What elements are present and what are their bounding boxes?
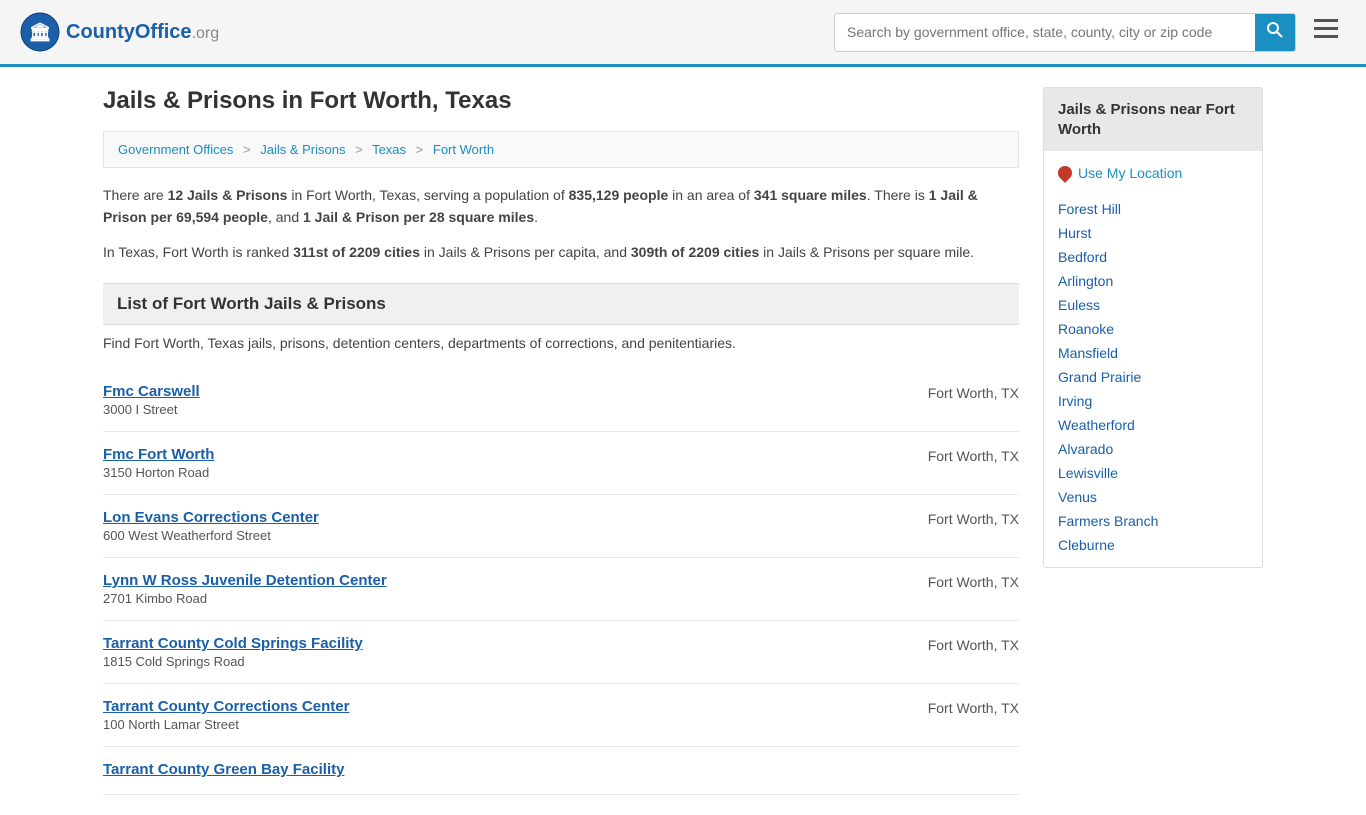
- sidebar-item-farmers-branch[interactable]: Farmers Branch: [1058, 509, 1248, 533]
- sidebar-item-irving[interactable]: Irving: [1058, 389, 1248, 413]
- prison-name-corrections-center[interactable]: Tarrant County Corrections Center: [103, 698, 349, 715]
- search-button[interactable]: [1255, 14, 1295, 51]
- sidebar-item-venus[interactable]: Venus: [1058, 485, 1248, 509]
- use-location-row: Use My Location: [1058, 161, 1248, 185]
- prison-name-lynn-ross[interactable]: Lynn W Ross Juvenile Detention Center: [103, 572, 387, 589]
- prison-name-fmc-fort-worth[interactable]: Fmc Fort Worth: [103, 446, 214, 463]
- main-container: Jails & Prisons in Fort Worth, Texas Gov…: [83, 67, 1283, 815]
- prison-city: Fort Worth, TX: [928, 698, 1019, 716]
- list-description: Find Fort Worth, Texas jails, prisons, d…: [103, 335, 1019, 351]
- logo: 🏛 CountyOffice.org: [20, 12, 219, 52]
- prison-address: 2701 Kimbo Road: [103, 591, 387, 606]
- area: 341 square miles: [754, 187, 867, 203]
- menu-button[interactable]: [1306, 15, 1346, 49]
- table-row: Fmc Fort Worth 3150 Horton Road Fort Wor…: [103, 432, 1019, 495]
- prison-address: 1815 Cold Springs Road: [103, 654, 363, 669]
- right-sidebar: Jails & Prisons near Fort Worth Use My L…: [1043, 87, 1263, 795]
- prison-info: Lynn W Ross Juvenile Detention Center 27…: [103, 572, 387, 606]
- per-sqmile: 1 Jail & Prison per 28 square miles: [303, 209, 534, 225]
- sidebar-item-cleburne[interactable]: Cleburne: [1058, 533, 1248, 557]
- prison-info: Lon Evans Corrections Center 600 West We…: [103, 509, 319, 543]
- sidebar-item-mansfield[interactable]: Mansfield: [1058, 341, 1248, 365]
- table-row: Lon Evans Corrections Center 600 West We…: [103, 495, 1019, 558]
- sidebar-title: Jails & Prisons near Fort Worth: [1044, 88, 1262, 151]
- table-row: Tarrant County Cold Springs Facility 181…: [103, 621, 1019, 684]
- rank2: 309th of 2209 cities: [631, 244, 759, 260]
- prison-address: 600 West Weatherford Street: [103, 528, 319, 543]
- sidebar-item-roanoke[interactable]: Roanoke: [1058, 317, 1248, 341]
- use-my-location-link[interactable]: Use My Location: [1078, 161, 1182, 185]
- site-header: 🏛 CountyOffice.org: [0, 0, 1366, 67]
- logo-icon: 🏛: [20, 12, 60, 52]
- sidebar-box: Jails & Prisons near Fort Worth Use My L…: [1043, 87, 1263, 568]
- sidebar-item-grand-prairie[interactable]: Grand Prairie: [1058, 365, 1248, 389]
- prison-address: 3150 Horton Road: [103, 465, 214, 480]
- breadcrumb-fort-worth[interactable]: Fort Worth: [433, 142, 494, 157]
- header-right: [834, 13, 1346, 52]
- list-heading: List of Fort Worth Jails & Prisons: [103, 283, 1019, 325]
- prison-city: Fort Worth, TX: [928, 572, 1019, 590]
- breadcrumb-jails-prisons[interactable]: Jails & Prisons: [260, 142, 345, 157]
- search-bar: [834, 13, 1296, 52]
- breadcrumb: Government Offices > Jails & Prisons > T…: [103, 131, 1019, 168]
- sidebar-item-alvarado[interactable]: Alvarado: [1058, 437, 1248, 461]
- table-row: Tarrant County Corrections Center 100 No…: [103, 684, 1019, 747]
- prison-city: Fort Worth, TX: [928, 509, 1019, 527]
- prison-info: Fmc Carswell 3000 I Street: [103, 383, 200, 417]
- prison-name-fmc-carswell[interactable]: Fmc Carswell: [103, 383, 200, 400]
- left-content: Jails & Prisons in Fort Worth, Texas Gov…: [103, 87, 1019, 795]
- breadcrumb-government-offices[interactable]: Government Offices: [118, 142, 233, 157]
- table-row: Fmc Carswell 3000 I Street Fort Worth, T…: [103, 369, 1019, 432]
- sidebar-item-hurst[interactable]: Hurst: [1058, 221, 1248, 245]
- prison-address: 100 North Lamar Street: [103, 717, 349, 732]
- prison-list: Fmc Carswell 3000 I Street Fort Worth, T…: [103, 369, 1019, 795]
- prison-info: Tarrant County Corrections Center 100 No…: [103, 698, 349, 732]
- page-title: Jails & Prisons in Fort Worth, Texas: [103, 87, 1019, 115]
- prison-name-green-bay[interactable]: Tarrant County Green Bay Facility: [103, 761, 344, 778]
- prison-name-cold-springs[interactable]: Tarrant County Cold Springs Facility: [103, 635, 363, 652]
- search-input[interactable]: [835, 16, 1255, 48]
- search-icon: [1267, 22, 1283, 38]
- prison-city: Fort Worth, TX: [928, 446, 1019, 464]
- prison-name-lon-evans[interactable]: Lon Evans Corrections Center: [103, 509, 319, 526]
- prison-city: Fort Worth, TX: [928, 383, 1019, 401]
- prison-city: Fort Worth, TX: [928, 635, 1019, 653]
- sidebar-item-arlington[interactable]: Arlington: [1058, 269, 1248, 293]
- prison-info: Tarrant County Cold Springs Facility 181…: [103, 635, 363, 669]
- prison-address: 3000 I Street: [103, 402, 200, 417]
- sidebar-item-bedford[interactable]: Bedford: [1058, 245, 1248, 269]
- sidebar-item-euless[interactable]: Euless: [1058, 293, 1248, 317]
- rank-paragraph: In Texas, Fort Worth is ranked 311st of …: [103, 241, 1019, 263]
- table-row: Lynn W Ross Juvenile Detention Center 27…: [103, 558, 1019, 621]
- prison-info: Tarrant County Green Bay Facility: [103, 761, 344, 780]
- breadcrumb-texas[interactable]: Texas: [372, 142, 406, 157]
- location-dot-icon: [1055, 163, 1075, 183]
- logo-text: CountyOffice.org: [66, 21, 219, 44]
- sidebar-item-weatherford[interactable]: Weatherford: [1058, 413, 1248, 437]
- population: 835,129 people: [569, 187, 669, 203]
- prison-info: Fmc Fort Worth 3150 Horton Road: [103, 446, 214, 480]
- svg-text:🏛: 🏛: [29, 22, 52, 42]
- sidebar-item-forest-hill[interactable]: Forest Hill: [1058, 197, 1248, 221]
- jail-count: 12 Jails & Prisons: [168, 187, 288, 203]
- sidebar-list: Use My Location Forest Hill Hurst Bedfor…: [1044, 151, 1262, 567]
- hamburger-icon: [1314, 19, 1338, 39]
- rank1: 311st of 2209 cities: [293, 244, 420, 260]
- intro-paragraph: There are 12 Jails & Prisons in Fort Wor…: [103, 184, 1019, 229]
- sidebar-item-lewisville[interactable]: Lewisville: [1058, 461, 1248, 485]
- table-row: Tarrant County Green Bay Facility: [103, 747, 1019, 795]
